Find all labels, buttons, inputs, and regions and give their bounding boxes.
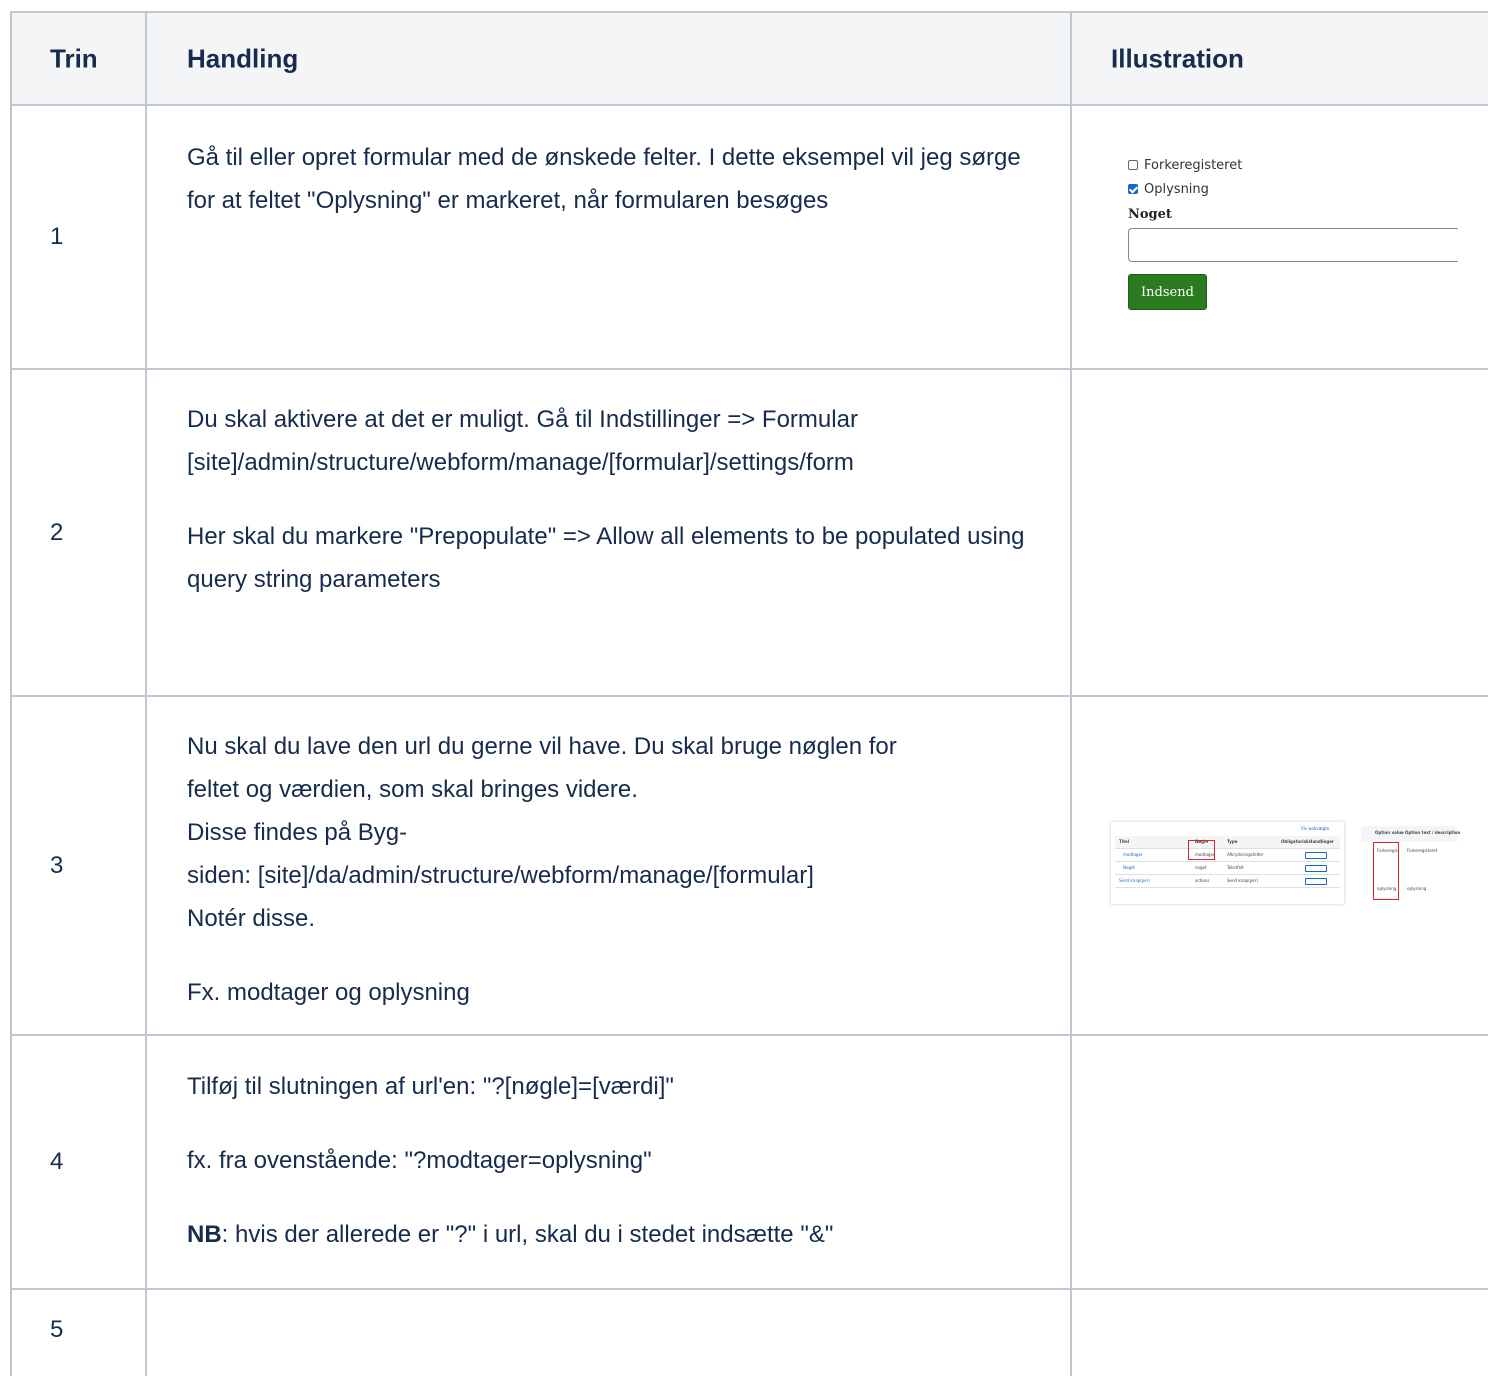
- key-highlight: [1188, 840, 1215, 860]
- action-text: Du skal aktivere at det er muligt. Gå ti…: [187, 398, 1047, 601]
- action-cell: [146, 1289, 1071, 1376]
- header-action: Handling: [187, 43, 299, 73]
- illustration-cell: Vis webvægte Titel Nøgle Type Obligatori…: [1071, 696, 1488, 1035]
- step-number: 4: [50, 1148, 64, 1175]
- table-row: 2 Du skal aktivere at det er muligt. Gå …: [10, 369, 1488, 696]
- action-cell: Gå til eller opret formular med de ønske…: [146, 105, 1071, 369]
- table-border: [10, 104, 1488, 106]
- options-screenshot: Option value Option text / description F…: [1361, 826, 1460, 906]
- action-paragraph: Gå til eller opret formular med de ønske…: [187, 144, 1021, 214]
- action-line: Notér disse.: [187, 905, 316, 932]
- table-row: 1 Gå til eller opret formular med de øns…: [10, 105, 1488, 369]
- table-border: [10, 11, 1488, 13]
- step-cell: 4: [10, 1035, 146, 1289]
- nb-label: NB: [187, 1221, 222, 1248]
- mini-link: Vis webvægte: [1301, 826, 1330, 831]
- table-header-row: Trin Handling Illustration: [10, 12, 1488, 105]
- step-cell: 5: [10, 1289, 146, 1376]
- step-cell: 3: [10, 696, 146, 1035]
- step-number: 2: [50, 518, 64, 546]
- value-highlight: [1373, 842, 1399, 900]
- table-border: [10, 11, 12, 1376]
- action-text: Gå til eller opret formular med de ønske…: [187, 136, 1047, 222]
- step-cell: 1: [10, 105, 146, 369]
- action-text: Tilføj til slutningen af url'en: "?[nøgl…: [187, 1065, 1047, 1256]
- step-number: 1: [50, 223, 64, 250]
- action-paragraph: Her skal du markere "Prepopulate" => All…: [187, 523, 1025, 593]
- step-number: 3: [50, 851, 64, 879]
- nb-text: : hvis der allerede er "?" i url, skal d…: [221, 1221, 834, 1248]
- checkbox-row: Forkeregisteret: [1128, 153, 1458, 177]
- action-paragraph: Tilføj til slutningen af url'en: "?[nøgl…: [187, 1073, 674, 1100]
- illustration-cell: [1071, 369, 1488, 696]
- table-border: [10, 368, 1488, 370]
- illustration-cell: [1071, 1035, 1488, 1289]
- step-number: 5: [50, 1316, 64, 1343]
- field-label: Noget: [1128, 207, 1172, 222]
- action-cell: Tilføj til slutningen af url'en: "?[nøgl…: [146, 1035, 1071, 1289]
- table-border: [145, 11, 147, 1376]
- submit-button: Indsend: [1128, 274, 1207, 310]
- table-border: [10, 695, 1488, 697]
- action-line: feltet og værdien, som skal bringes vide…: [187, 776, 638, 803]
- checkbox-forkeregisteret: [1128, 160, 1138, 170]
- table-row: 3 Nu skal du lave den url du gerne vil h…: [10, 696, 1488, 1035]
- action-cell: Du skal aktivere at det er muligt. Gå ti…: [146, 369, 1071, 696]
- action-line: Nu skal du lave den url du gerne vil hav…: [187, 733, 897, 760]
- table-border: [1070, 11, 1072, 1376]
- table-row: 5: [10, 1289, 1488, 1376]
- action-paragraph: Du skal aktivere at det er muligt. Gå ti…: [187, 406, 858, 476]
- mini-table-header: Titel Nøgle Type Obligatorisk Handlinger: [1115, 836, 1340, 849]
- checkbox-label: Oplysning: [1144, 181, 1209, 197]
- checkbox-row: Oplysning: [1128, 177, 1458, 201]
- illustration-cell: Forkeregisteret Oplysning Noget Indsend: [1071, 105, 1488, 369]
- checkbox-label: Forkeregisteret: [1144, 157, 1243, 173]
- action-example: Fx. modtager og oplysning: [187, 979, 470, 1006]
- table-row: 4 Tilføj til slutningen af url'en: "?[nø…: [10, 1035, 1488, 1289]
- mini-table-row: Noget noget Tekstfelt: [1115, 862, 1340, 875]
- action-paragraph: fx. fra ovenstående: "?modtager=oplysnin…: [187, 1147, 652, 1174]
- mini-table-row: modtager modtager Afkrydsningsfelter: [1115, 849, 1340, 862]
- action-text: Nu skal du lave den url du gerne vil hav…: [187, 725, 1047, 1014]
- action-paragraph: NB: hvis der allerede er "?" i url, skal…: [187, 1213, 1047, 1256]
- header-cell-step: Trin: [10, 12, 146, 105]
- header-cell-illustration: Illustration: [1071, 12, 1488, 105]
- checkbox-oplysning: [1128, 184, 1138, 194]
- action-cell: Nu skal du lave den url du gerne vil hav…: [146, 696, 1071, 1035]
- header-step: Trin: [50, 43, 98, 73]
- header-illustration: Illustration: [1111, 43, 1244, 73]
- table-border: [10, 1288, 1488, 1290]
- action-line: Disse findes på Byg-: [187, 819, 408, 846]
- mini-table-row: Send knap(per) actions Send knap(per): [1115, 875, 1340, 888]
- step-cell: 2: [10, 369, 146, 696]
- form-screenshot: Forkeregisteret Oplysning Noget Indsend: [1128, 153, 1458, 310]
- table-border: [10, 1034, 1488, 1036]
- text-input: [1128, 228, 1458, 262]
- action-line: siden: [site]/da/admin/structure/webform…: [187, 862, 814, 889]
- illustration-cell: [1071, 1289, 1488, 1376]
- build-page-screenshot: Vis webvægte Titel Nøgle Type Obligatori…: [1111, 822, 1344, 904]
- header-cell-action: Handling: [146, 12, 1071, 105]
